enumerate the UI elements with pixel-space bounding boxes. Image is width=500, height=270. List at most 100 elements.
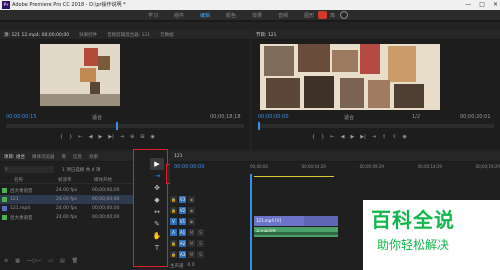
list-item[interactable]: 吕大青语音 24.00 fps 00;00;00;00: [0, 213, 138, 222]
timeline-timecode[interactable]: 00;00;00;00: [174, 164, 205, 170]
tab-audio-clip-mixer[interactable]: 音频剪辑混合器: 121: [107, 32, 150, 38]
program-timecode[interactable]: 00;00;00;00: [258, 114, 289, 120]
user-icon[interactable]: [340, 11, 348, 19]
zoom-slider[interactable]: —○—: [27, 258, 41, 264]
project-search-input[interactable]: ⌕: [4, 166, 54, 173]
overwrite-icon[interactable]: ⊞: [140, 134, 144, 140]
trash-icon[interactable]: 🗑: [72, 258, 78, 264]
timeline-playhead[interactable]: [250, 174, 252, 270]
tab-effects[interactable]: 效果: [89, 154, 98, 160]
type-tool-icon[interactable]: T: [150, 242, 164, 254]
workspace-learn[interactable]: 学习: [140, 12, 166, 19]
new-item-icon[interactable]: ▤: [60, 258, 65, 264]
ripple-edit-tool-icon[interactable]: ✥: [150, 182, 164, 194]
track-name[interactable]: A1: [179, 229, 186, 236]
maximize-button[interactable]: □: [479, 0, 485, 10]
solo-icon[interactable]: S: [197, 240, 204, 247]
master-volume[interactable]: 0.0: [188, 263, 195, 268]
program-playhead[interactable]: [258, 122, 260, 130]
source-scrubber[interactable]: [6, 122, 244, 130]
tab-libraries[interactable]: 库: [61, 154, 66, 160]
track-name[interactable]: V3: [179, 196, 186, 203]
lock-icon[interactable]: 🔒: [170, 240, 177, 247]
track-name[interactable]: V1: [179, 218, 186, 225]
workspace-color[interactable]: 颜色: [218, 12, 244, 19]
work-area-bar[interactable]: [254, 176, 334, 177]
go-to-out-icon[interactable]: ⇥: [120, 134, 124, 140]
source-playhead[interactable]: [116, 122, 118, 130]
program-scrubber[interactable]: [258, 122, 494, 130]
col-name[interactable]: 名称: [0, 177, 58, 183]
new-bin-icon[interactable]: ▭: [48, 258, 53, 264]
eye-icon[interactable]: ◉: [188, 218, 195, 225]
tab-info[interactable]: 信息: [73, 154, 82, 160]
source-timecode[interactable]: 00;00;00;15: [6, 114, 37, 120]
tab-sequence[interactable]: 121: [174, 154, 183, 159]
tab-program[interactable]: 节目: 121: [256, 32, 277, 38]
col-start[interactable]: 媒体开始: [94, 177, 112, 183]
icon-view-icon[interactable]: ▦: [15, 258, 20, 264]
go-to-in-icon[interactable]: ⇤: [78, 134, 82, 140]
video-clip[interactable]: [304, 216, 338, 226]
step-back-icon[interactable]: ◀: [341, 134, 345, 140]
track-name[interactable]: A3: [179, 251, 186, 258]
step-forward-icon[interactable]: ▶|: [360, 134, 366, 140]
source-patch[interactable]: V: [170, 218, 177, 225]
razor-tool-icon[interactable]: ◆: [150, 194, 164, 206]
pen-tool-icon[interactable]: ✎: [150, 218, 164, 230]
selection-tool-icon[interactable]: ▶: [150, 158, 164, 170]
slip-tool-icon[interactable]: ↔: [150, 206, 164, 218]
program-resolution-select[interactable]: 1/2: [412, 114, 420, 120]
workspace-audio[interactable]: 音频: [270, 12, 296, 19]
track-name[interactable]: A2: [179, 240, 186, 247]
export-frame-icon[interactable]: ◉: [150, 134, 154, 140]
track-select-tool-icon[interactable]: ⇢: [150, 170, 164, 182]
list-item[interactable]: 121.mp4 24.00 fps 00;00;00;00: [0, 204, 138, 213]
play-icon[interactable]: ▶: [350, 134, 354, 140]
lift-icon[interactable]: ⇧: [382, 134, 386, 140]
step-back-icon[interactable]: ◀: [89, 134, 93, 140]
workspace-editing[interactable]: 编辑: [192, 12, 218, 19]
step-forward-icon[interactable]: ▶|: [108, 134, 114, 140]
mark-out-icon[interactable]: }: [69, 134, 72, 140]
mute-icon[interactable]: M: [188, 251, 195, 258]
lock-icon[interactable]: 🔒: [170, 207, 177, 214]
tab-project[interactable]: 项目: 组合: [4, 154, 25, 160]
lock-icon[interactable]: 🔒: [170, 196, 177, 203]
mute-icon[interactable]: M: [188, 240, 195, 247]
lock-icon[interactable]: 🔒: [170, 251, 177, 258]
eye-icon[interactable]: ◉: [188, 196, 195, 203]
col-fps[interactable]: 帧速率: [58, 177, 94, 183]
source-fit-select[interactable]: 适合: [92, 114, 102, 121]
solo-icon[interactable]: S: [197, 229, 204, 236]
track-name[interactable]: V2: [179, 207, 186, 214]
export-frame-icon[interactable]: ◉: [402, 134, 406, 140]
list-item[interactable]: 121 24.00 fps 00;00;00;00: [0, 195, 138, 204]
hand-tool-icon[interactable]: ✋: [150, 230, 164, 242]
list-view-icon[interactable]: ≡: [4, 258, 8, 264]
tab-source[interactable]: 源: 121 12.mp4: 00;00;00;00: [4, 32, 69, 38]
mark-out-icon[interactable]: }: [321, 134, 324, 140]
tab-metadata[interactable]: 元数据: [160, 32, 174, 38]
tab-effect-controls[interactable]: 效果控件: [79, 32, 97, 38]
workspace-effects[interactable]: 效果: [244, 12, 270, 19]
insert-icon[interactable]: ⊕: [130, 134, 134, 140]
video-clip[interactable]: 121.mp4 [V]: [254, 216, 304, 226]
timeline-ruler[interactable]: 00;00;00 00;00;04;29 00;00;09;29 00;00;1…: [250, 164, 500, 176]
source-patch[interactable]: A: [170, 229, 177, 236]
close-button[interactable]: ✕: [493, 0, 498, 10]
program-fit-select[interactable]: 适合: [344, 114, 354, 121]
workspace-assembly[interactable]: 组件: [166, 12, 192, 19]
mute-icon[interactable]: M: [188, 229, 195, 236]
tab-media-browser[interactable]: 媒体浏览器: [32, 154, 55, 160]
solo-icon[interactable]: S: [197, 251, 204, 258]
mark-in-icon[interactable]: {: [312, 134, 315, 140]
eye-icon[interactable]: ◉: [188, 207, 195, 214]
notification-icon[interactable]: [318, 11, 327, 19]
mark-in-icon[interactable]: {: [60, 134, 63, 140]
minimize-button[interactable]: —: [465, 0, 471, 10]
play-icon[interactable]: ▶: [98, 134, 102, 140]
go-to-out-icon[interactable]: ⇥: [372, 134, 376, 140]
extract-icon[interactable]: ⇪: [392, 134, 396, 140]
list-item[interactable]: 吕大青语音 24.00 fps 00;00;00;00: [0, 186, 138, 195]
